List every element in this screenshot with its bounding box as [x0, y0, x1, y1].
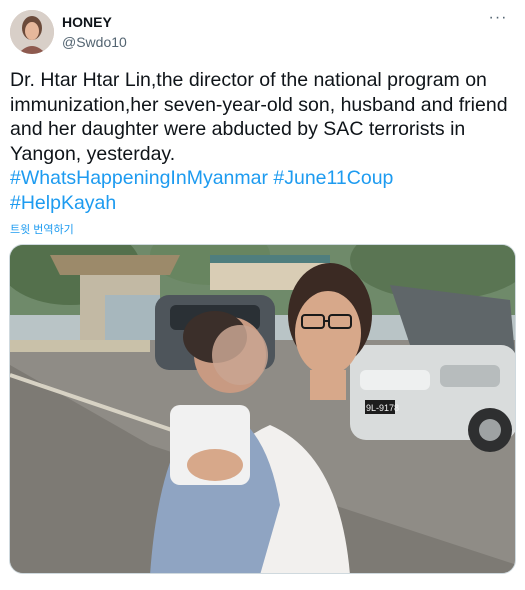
author-name[interactable]: HONEY — [62, 14, 112, 30]
photo-scene: 9L-9178 — [10, 245, 515, 573]
tweet-photo[interactable]: 9L-9178 — [9, 244, 516, 574]
hashtag-line: #WhatsHappeningInMyanmar #June11Coup — [10, 166, 510, 191]
hashtag-link[interactable]: #June11Coup — [273, 167, 393, 189]
tweet-card[interactable]: HONEY @Swdo10 ··· Dr. Htar Htar Lin,the … — [0, 0, 525, 590]
tweet-text: Dr. Htar Htar Lin,the director of the na… — [10, 68, 510, 215]
tweet-header: HONEY @Swdo10 ··· — [10, 8, 515, 56]
hashtag-link[interactable]: #WhatsHappeningInMyanmar — [10, 167, 268, 189]
translate-tweet-link[interactable]: 트윗 번역하기 — [10, 221, 74, 237]
hashtag-line: #HelpKayah — [10, 191, 510, 216]
license-plate: 9L-9178 — [366, 403, 399, 413]
more-horizontal-icon[interactable]: ··· — [485, 10, 511, 30]
tweet-body: Dr. Htar Htar Lin,the director of the na… — [10, 69, 508, 165]
hashtag-link[interactable]: #HelpKayah — [10, 192, 116, 214]
avatar-image — [10, 10, 54, 54]
author-handle[interactable]: @Swdo10 — [62, 34, 127, 50]
avatar[interactable] — [10, 10, 54, 54]
